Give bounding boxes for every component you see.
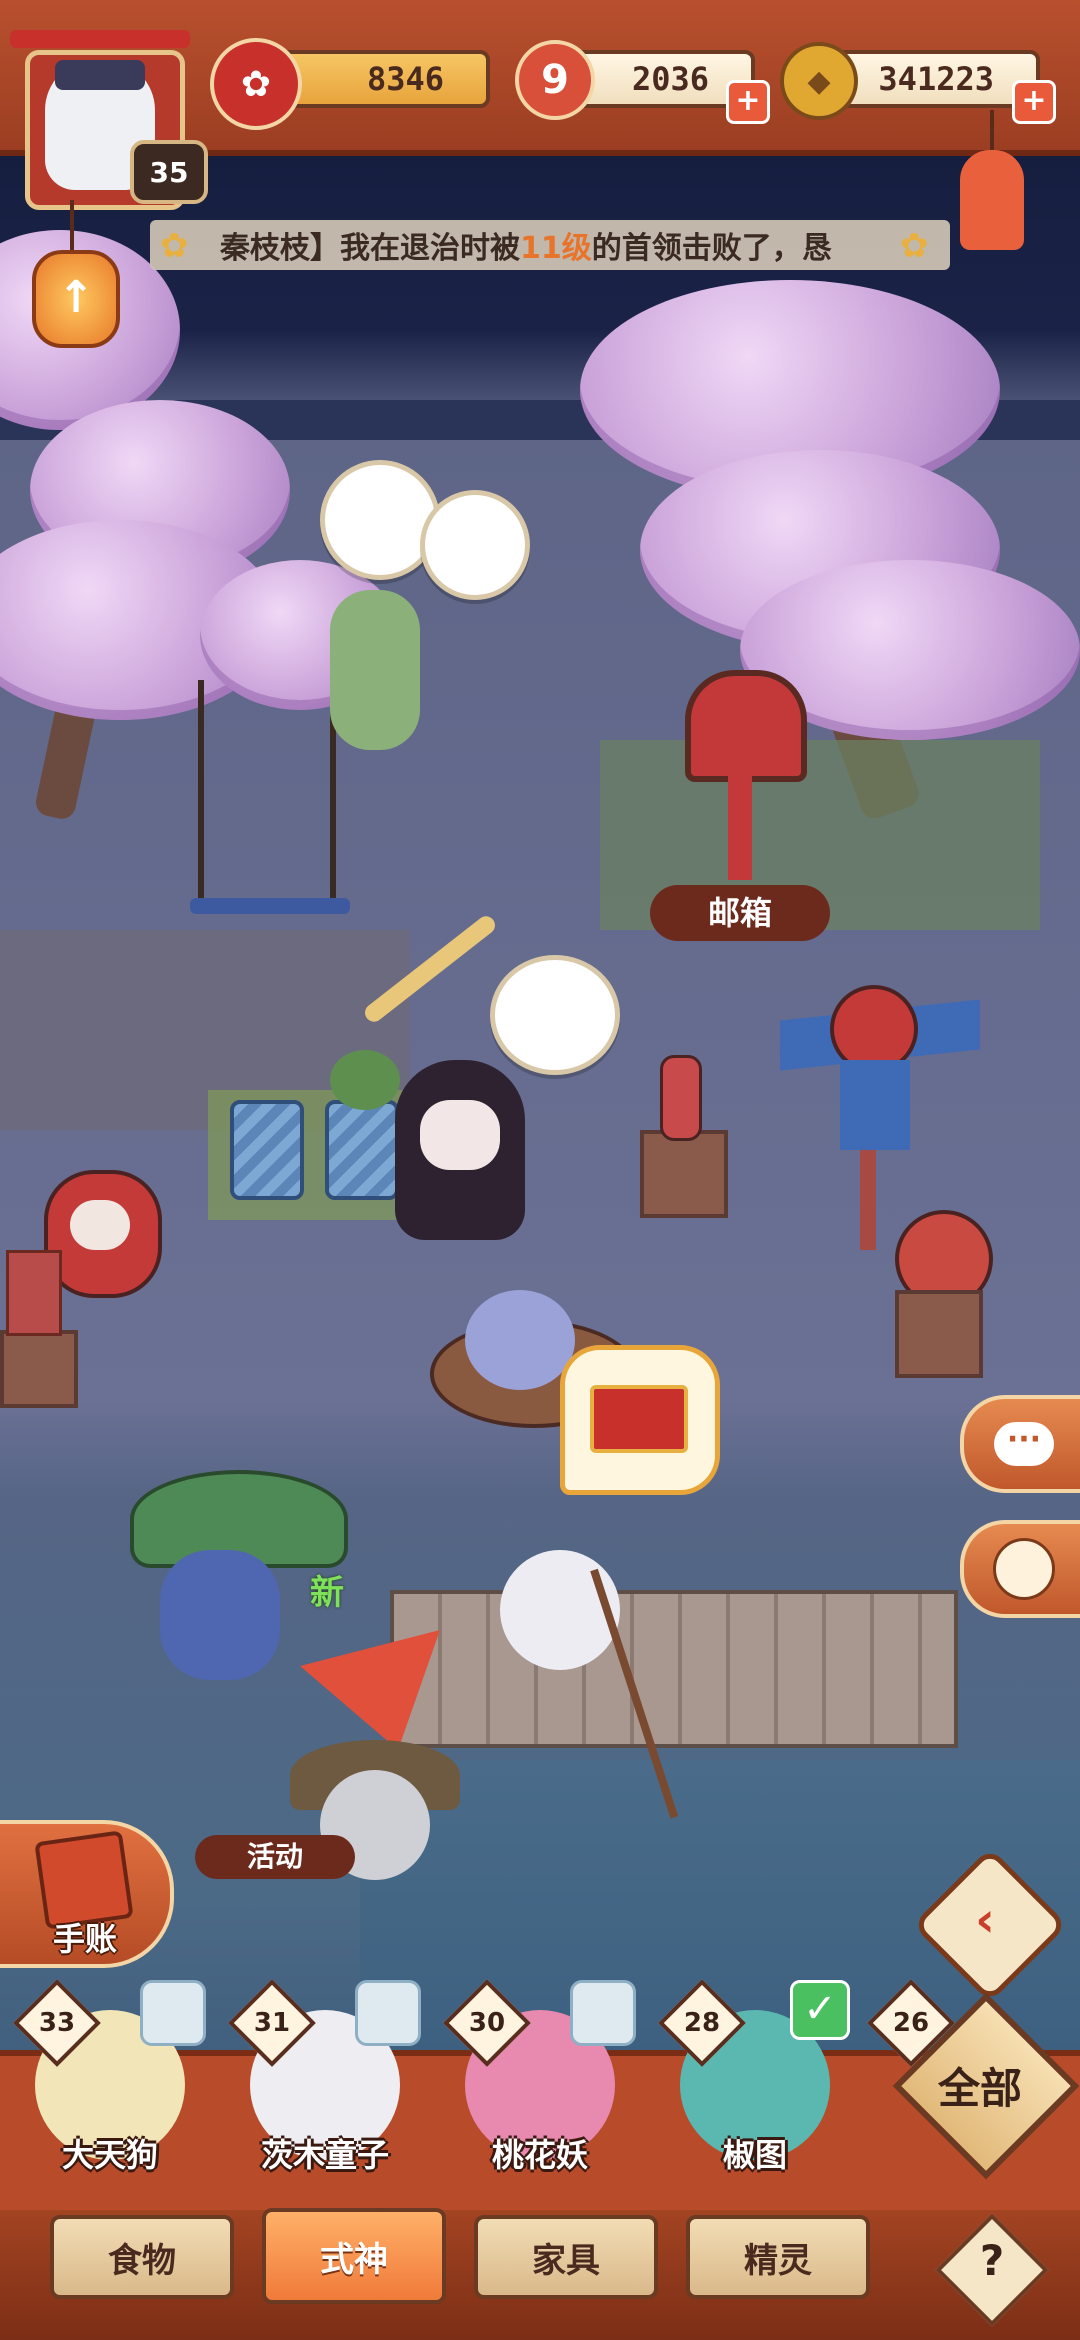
check-icon: ✓ xyxy=(790,1980,850,2040)
sake-icon xyxy=(355,1980,421,2046)
wooden-pier xyxy=(390,1590,958,1748)
sake-icon xyxy=(140,1980,206,2046)
all-button[interactable]: 全部 xyxy=(892,1992,1080,2180)
stand-center[interactable] xyxy=(640,1130,728,1218)
mailbox-post xyxy=(728,770,752,880)
stand-right[interactable] xyxy=(895,1290,983,1378)
ticker-highlight: 11级 xyxy=(520,231,592,266)
mask-bubble-2[interactable] xyxy=(490,955,620,1075)
player-level-badge: 35 xyxy=(130,140,208,204)
ticket-icon: 9 xyxy=(515,40,595,120)
notebook-button[interactable]: 手账 xyxy=(0,1820,174,1968)
mask-bubble[interactable] xyxy=(420,490,530,600)
fish-ornament-icon[interactable] xyxy=(960,150,1024,250)
all-button-label: 全部 xyxy=(937,2064,1022,2113)
coin-value: 341223 xyxy=(878,60,994,98)
barrel-2[interactable] xyxy=(325,1100,399,1200)
shikigami-card-3[interactable]: 30 桃花妖 xyxy=(443,1979,636,2180)
shikigami-card-4[interactable]: 28 ✓ 椒图 xyxy=(658,1979,850,2180)
ticker-text: 秦枝枝】我在退治时被 xyxy=(220,231,520,266)
scarecrow-post xyxy=(860,1150,876,1250)
swing-rope-left xyxy=(198,680,204,900)
shikigami-name: 桃花妖 xyxy=(491,2136,588,2174)
torii-beam xyxy=(10,30,190,48)
swing-seat[interactable] xyxy=(190,898,350,914)
blossom-value: 8346 xyxy=(366,60,444,98)
notebook-label: 手账 xyxy=(52,1920,117,1958)
daruma-face xyxy=(70,1200,130,1250)
treasure-chest-icon xyxy=(590,1385,688,1453)
add-coin-button[interactable]: + xyxy=(1012,80,1056,124)
green-shikigami[interactable] xyxy=(330,590,420,750)
add-ticket-button[interactable]: + xyxy=(726,80,770,124)
mailbox-icon[interactable] xyxy=(685,670,807,782)
shikigami-name: 大天狗 xyxy=(61,2136,158,2174)
tab-shikigami[interactable]: 式神 xyxy=(262,2208,446,2304)
ticker-text-end: 的首领击败了，恳 xyxy=(591,231,832,266)
coin-icon: ◆ xyxy=(780,42,858,120)
new-label: 新 xyxy=(310,1573,344,1613)
kuro-face xyxy=(420,1100,500,1170)
avatar-hat xyxy=(55,60,145,90)
blossom-icon: ✿ xyxy=(210,38,302,130)
scarecrow-body xyxy=(840,1060,910,1150)
sake-icon xyxy=(570,1980,636,2046)
chat-button[interactable]: ··· xyxy=(960,1395,1080,1493)
blob-shikigami[interactable] xyxy=(465,1290,575,1390)
lantern-string xyxy=(70,200,74,250)
shikigami-menu-button[interactable] xyxy=(960,1520,1080,1618)
barrel-1[interactable] xyxy=(230,1100,304,1200)
mailbox-label[interactable]: 邮箱 xyxy=(650,885,830,941)
chat-icon: ··· xyxy=(994,1422,1054,1466)
shikigami-name: 茨木童子 xyxy=(260,2136,389,2174)
lotus-shikigami[interactable] xyxy=(160,1550,280,1680)
ticket-value: 2036 xyxy=(631,60,709,98)
level-up-lantern-icon[interactable]: ↑ xyxy=(32,250,120,348)
kokeshi-doll[interactable] xyxy=(660,1055,702,1141)
chevron-left-icon: ‹ xyxy=(975,1892,995,1948)
tab-furniture[interactable]: 家具 xyxy=(474,2215,658,2299)
side-stand-left[interactable] xyxy=(0,1330,78,1408)
frog-shikigami[interactable] xyxy=(330,1050,400,1110)
flower-ornament-icon-right: ✿ xyxy=(900,226,929,266)
shikigami-card-2[interactable]: 31 茨木童子 xyxy=(228,1979,421,2180)
event-sign[interactable]: 活动 xyxy=(195,1835,355,1879)
shikigami-face-icon xyxy=(993,1538,1055,1600)
shikigami-card-1[interactable]: 33 大天狗 xyxy=(13,1979,206,2180)
flower-ornament-icon: ✿ xyxy=(160,226,189,266)
hagoita-icon[interactable] xyxy=(6,1250,62,1336)
shikigami-name: 椒图 xyxy=(722,2136,787,2174)
broadcast-ticker: 秦枝枝】我在退治时被 11级 的首领击败了，恳 xyxy=(150,220,950,270)
tab-food[interactable]: 食物 xyxy=(50,2215,234,2299)
tab-spirit[interactable]: 精灵 xyxy=(686,2215,870,2299)
help-icon: ? xyxy=(979,2236,1005,2285)
